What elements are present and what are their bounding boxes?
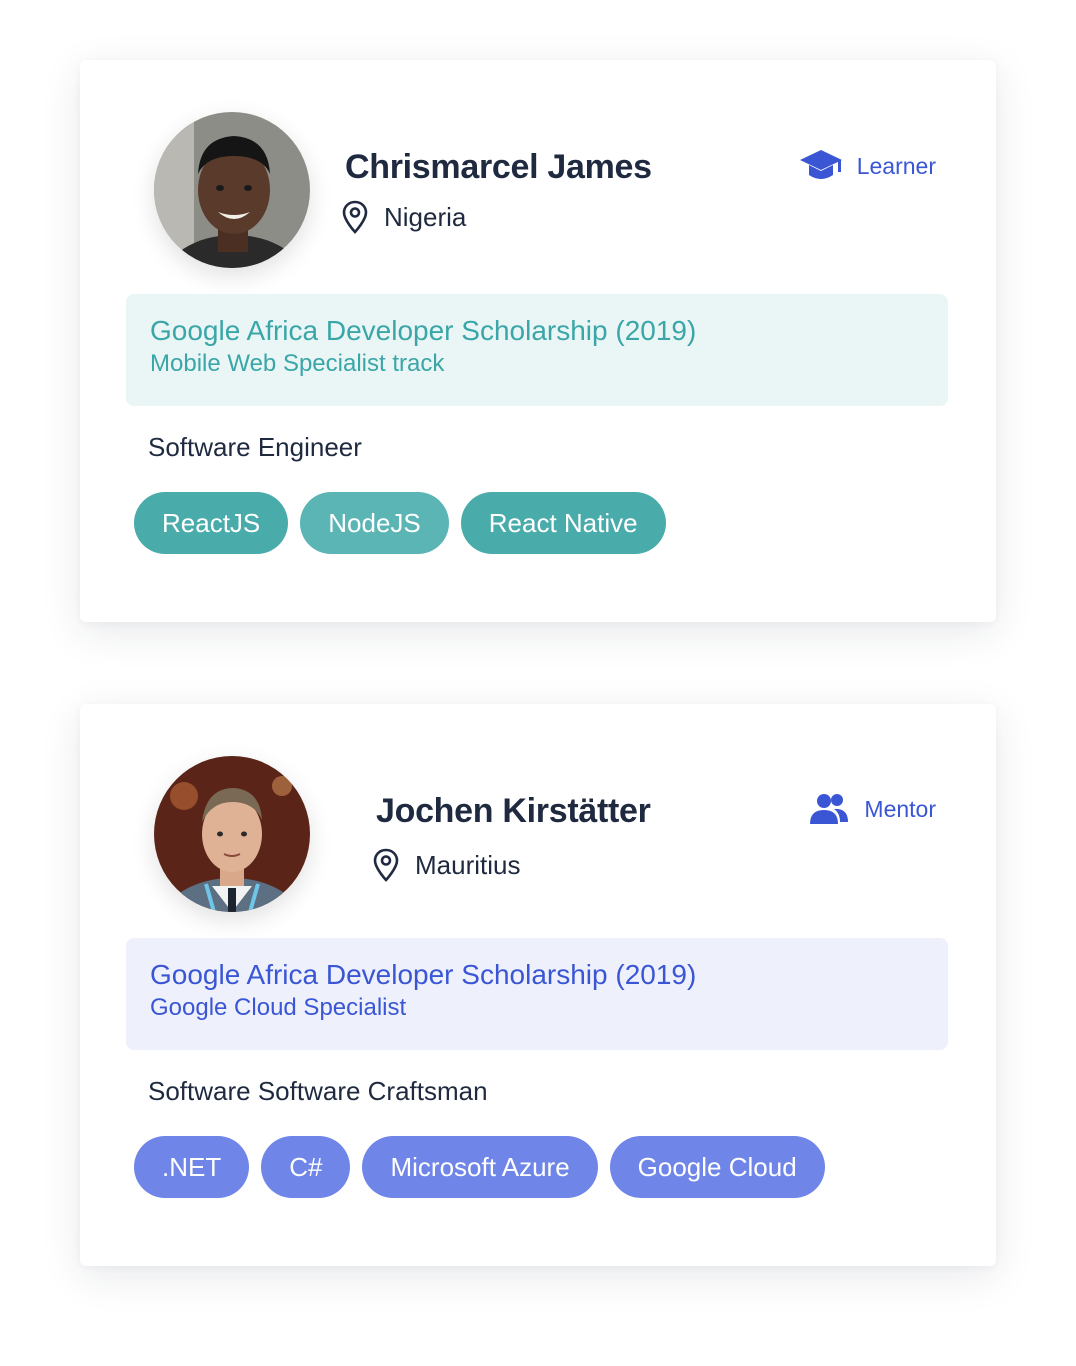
program-track: Google Cloud Specialist — [150, 994, 407, 1021]
program-box: Google Africa Developer Scholarship (201… — [126, 938, 948, 1050]
program-title: Google Africa Developer Scholarship (201… — [150, 959, 697, 990]
profile-name: Jochen Kirstätter — [376, 792, 651, 830]
skill-tag[interactable]: Microsoft Azure — [362, 1136, 598, 1198]
skill-tag[interactable]: ReactJS — [134, 492, 289, 554]
role-badge: Mentor — [808, 792, 936, 826]
location-text: Nigeria — [384, 201, 467, 232]
skill-tag[interactable]: Google Cloud — [609, 1136, 825, 1198]
profile-card-mentor[interactable]: Jochen Kirstätter Mauritius Mentor Googl… — [80, 704, 996, 1266]
avatar — [154, 112, 310, 268]
skill-tags: ReactJS NodeJS React Native — [134, 492, 666, 554]
location: Nigeria — [342, 200, 466, 234]
skill-tags: .NET C# Microsoft Azure Google Cloud — [134, 1136, 825, 1198]
program-box: Google Africa Developer Scholarship (201… — [126, 294, 948, 406]
skill-tag[interactable]: .NET — [134, 1136, 250, 1198]
program-title: Google Africa Developer Scholarship (201… — [150, 315, 697, 346]
map-pin-icon — [373, 848, 399, 882]
program-track: Mobile Web Specialist track — [150, 350, 445, 377]
skill-tag[interactable]: NodeJS — [300, 492, 449, 554]
avatar — [154, 756, 310, 912]
avatar-photo — [154, 756, 310, 912]
role-label: Learner — [856, 152, 936, 179]
role-label: Mentor — [864, 795, 936, 822]
map-pin-icon — [342, 200, 368, 234]
role-badge: Learner — [799, 148, 936, 184]
profile-card-learner[interactable]: Chrismarcel James Nigeria Learner Google… — [80, 60, 996, 622]
graduation-cap-icon — [799, 150, 842, 179]
people-icon — [810, 794, 849, 824]
job-title: Software Software Craftsman — [148, 1076, 488, 1106]
job-title: Software Engineer — [148, 432, 362, 462]
location-text: Mauritius — [415, 849, 521, 880]
profile-name: Chrismarcel James — [345, 148, 652, 186]
skill-tag[interactable]: React Native — [460, 492, 666, 554]
avatar-photo — [154, 112, 310, 268]
location: Mauritius — [373, 848, 520, 882]
skill-tag[interactable]: C# — [261, 1136, 351, 1198]
